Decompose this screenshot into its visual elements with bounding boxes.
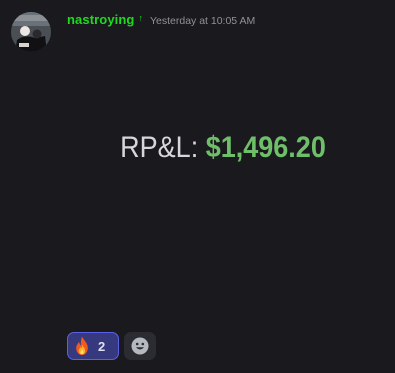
pnl-display: RP&L: $1,496.20 (83, 130, 364, 166)
reaction-bar: 2 (67, 332, 156, 360)
timestamp[interactable]: Yesterday at 10:05 AM (150, 15, 255, 27)
role-badge: ↑ (138, 13, 143, 23)
reaction-fire[interactable]: 2 (67, 332, 119, 360)
username[interactable]: nastroying (67, 12, 134, 27)
message-content: RP&L: $1,496.20 (67, 34, 379, 314)
fire-icon (76, 336, 88, 355)
pnl-label: RP&L: (120, 131, 199, 164)
avatar[interactable] (11, 12, 51, 52)
chat-message: nastroying ↑ Yesterday at 10:05 AM RP&L:… (0, 0, 395, 373)
add-reaction-button[interactable] (124, 332, 156, 360)
pnl-value: $1,496.20 (205, 131, 326, 164)
reaction-count: 2 (98, 338, 106, 354)
message-header: nastroying ↑ Yesterday at 10:05 AM (67, 12, 255, 32)
smile-icon (131, 337, 149, 355)
avatar-image (11, 12, 51, 52)
